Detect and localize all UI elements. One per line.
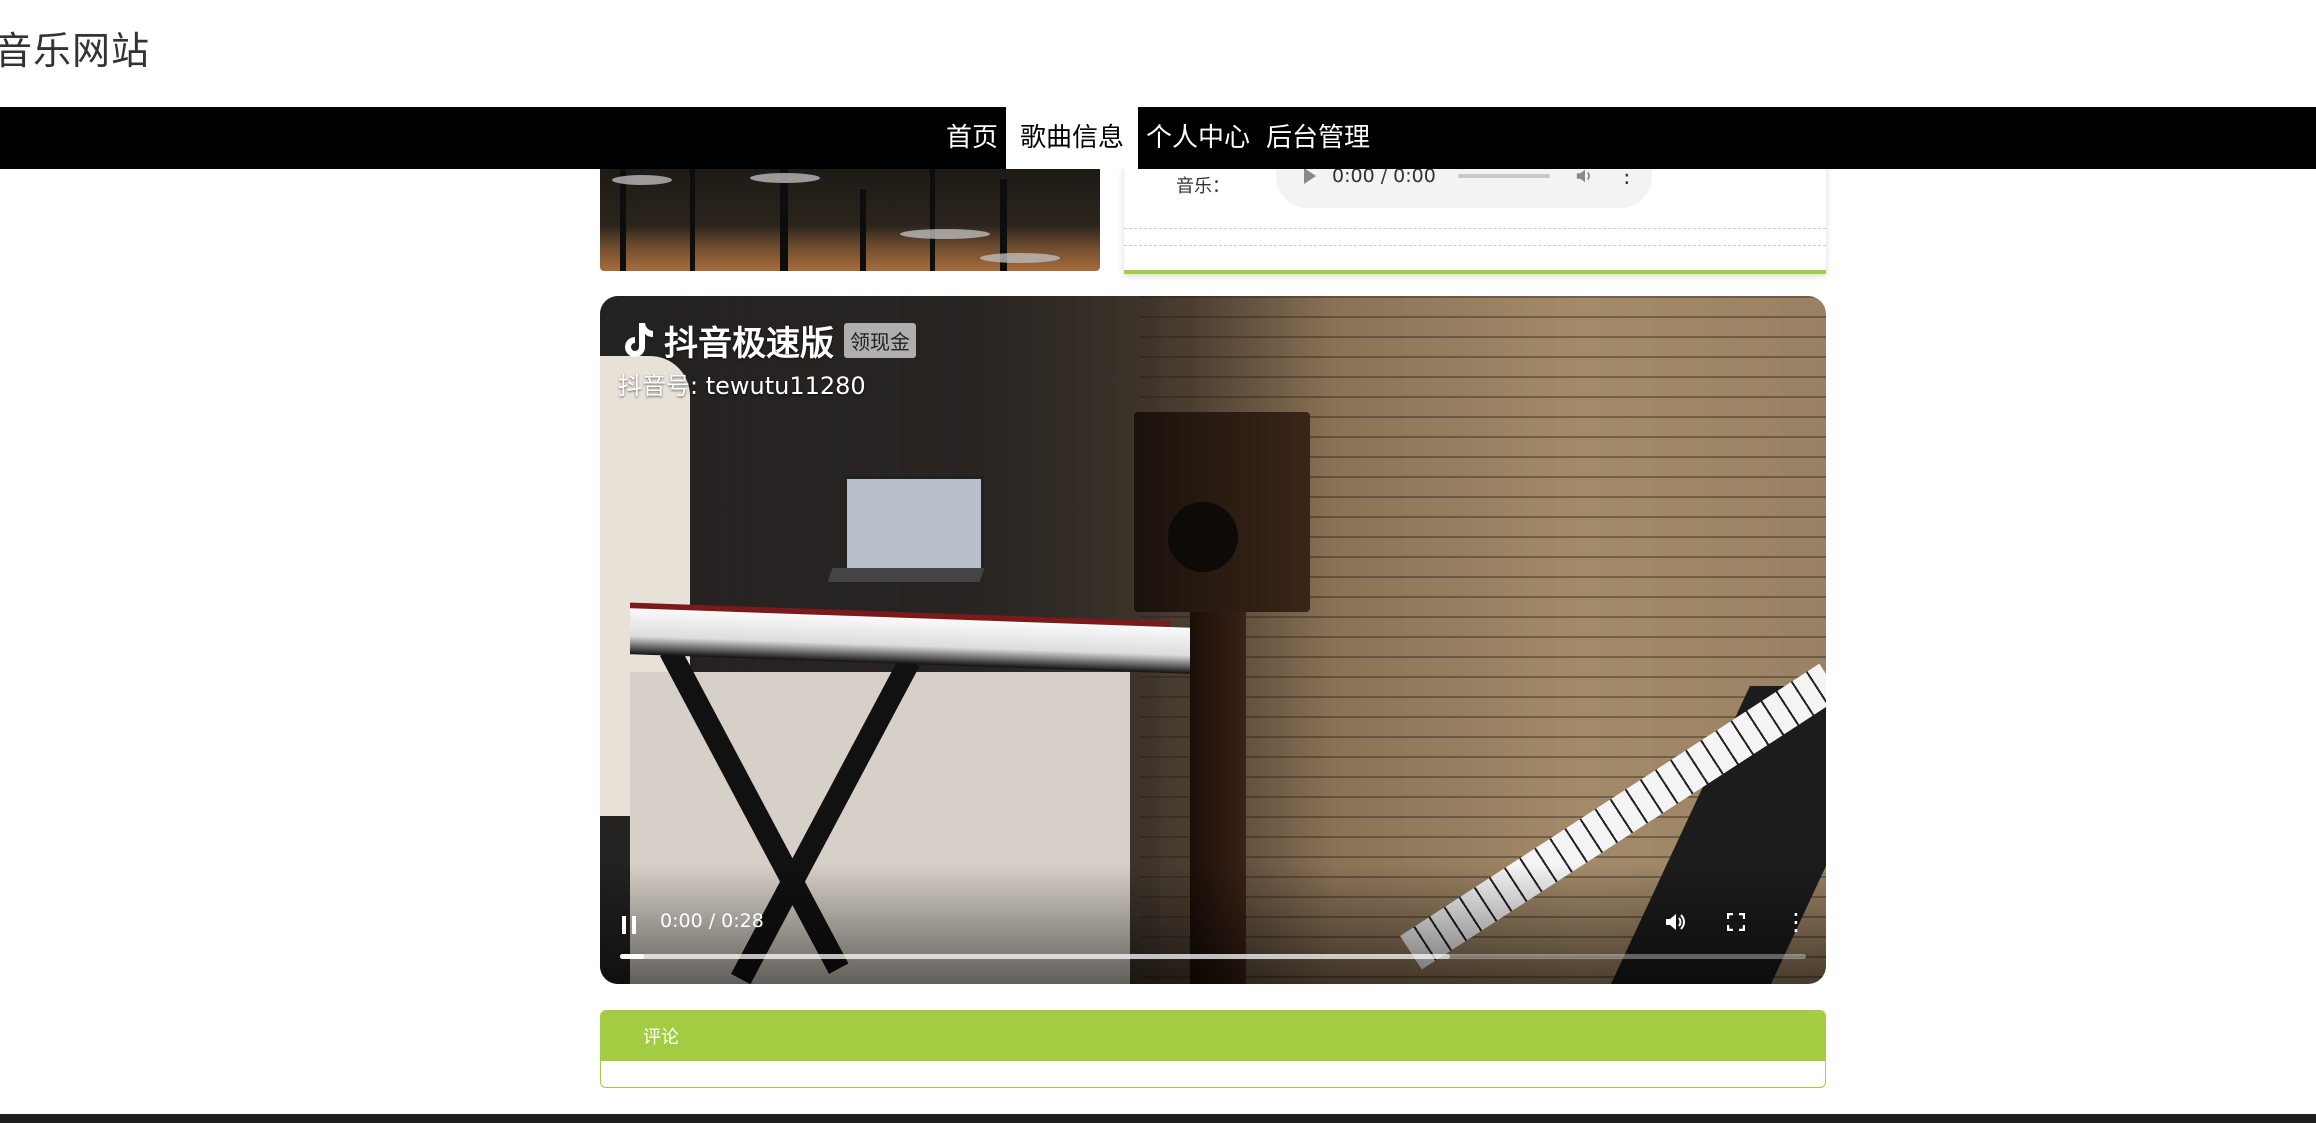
watermark: 抖音极速版 领现金 bbox=[618, 316, 916, 365]
video-progress-bar[interactable] bbox=[620, 954, 1806, 959]
laptop bbox=[844, 476, 984, 572]
video-played-bar bbox=[620, 954, 644, 959]
speaker bbox=[1134, 412, 1310, 612]
pause-icon[interactable] bbox=[622, 916, 636, 934]
music-label: 音乐： bbox=[1176, 176, 1230, 197]
song-cover-image bbox=[600, 169, 1100, 271]
nav-item-song-info[interactable]: 歌曲信息 bbox=[1005, 107, 1138, 169]
comments-header: 评论 bbox=[601, 1011, 1825, 1061]
play-icon[interactable] bbox=[1304, 168, 1316, 184]
tiktok-logo-icon bbox=[618, 319, 658, 363]
volume-icon[interactable] bbox=[1664, 910, 1688, 934]
site-title: 音乐网站 bbox=[0, 29, 151, 73]
video-buffered-bar bbox=[620, 954, 1451, 959]
video-player[interactable]: 抖音极速版 领现金 抖音号: tewutu11280 0:00 / 0:28 ⋮ bbox=[600, 296, 1826, 984]
comments-section: 评论 bbox=[600, 1010, 1826, 1088]
nav-item-personal-center[interactable]: 个人中心 bbox=[1138, 107, 1258, 169]
fullscreen-icon[interactable] bbox=[1724, 910, 1748, 934]
nav-item-home[interactable]: 首页 bbox=[938, 107, 1006, 169]
divider bbox=[1124, 245, 1826, 246]
footer bbox=[0, 1114, 2316, 1123]
audio-progress-bar[interactable] bbox=[1457, 174, 1550, 178]
watermark-app-name: 抖音极速版 bbox=[664, 324, 834, 364]
divider bbox=[1124, 228, 1826, 229]
watermark-account: 抖音号: tewutu11280 bbox=[618, 372, 866, 400]
volume-icon[interactable] bbox=[1576, 167, 1594, 185]
main-navbar: 首页 歌曲信息 个人中心 后台管理 bbox=[0, 107, 2316, 169]
more-options-icon[interactable]: ⋮ bbox=[1784, 908, 1808, 936]
watermark-badge: 领现金 bbox=[844, 323, 916, 358]
video-time: 0:00 / 0:28 bbox=[660, 910, 764, 932]
nav-item-admin[interactable]: 后台管理 bbox=[1258, 107, 1378, 169]
